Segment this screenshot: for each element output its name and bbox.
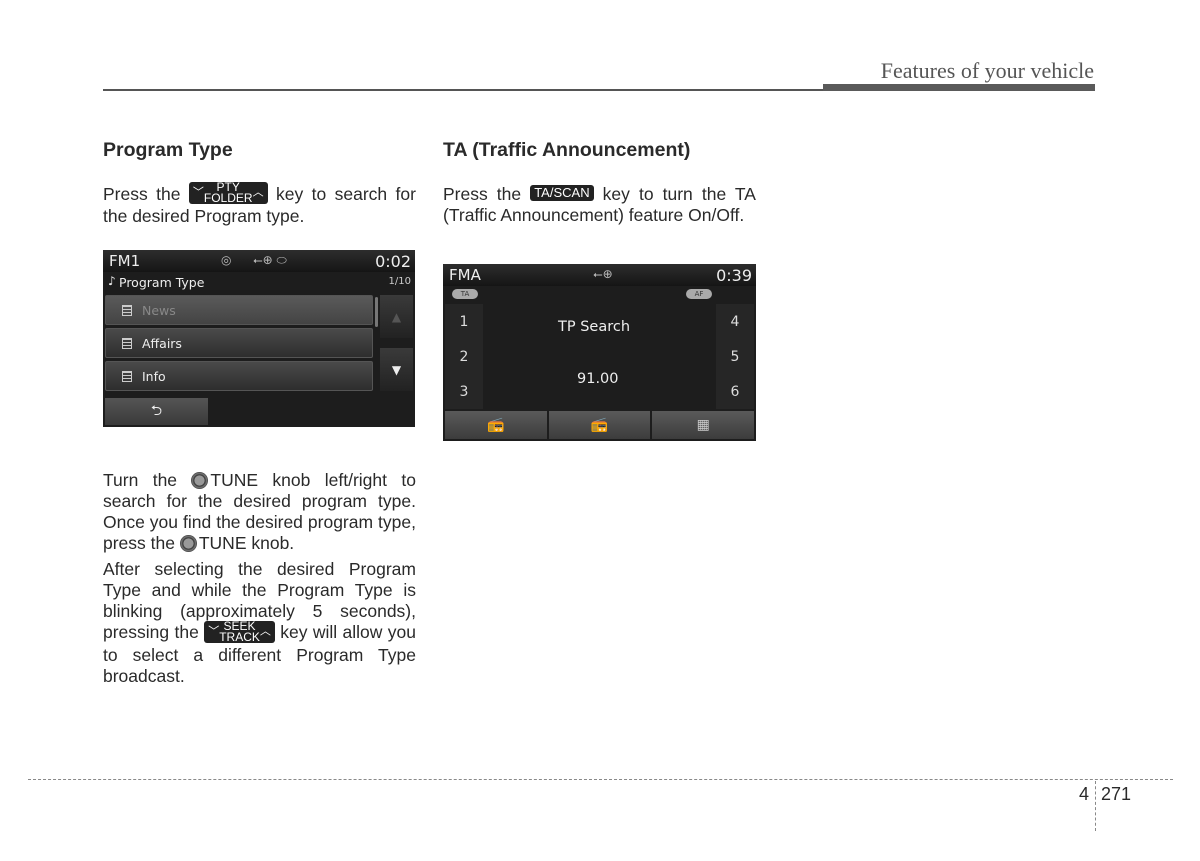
pty-folder-key: ﹀ PTY FOLDER︿: [188, 181, 268, 205]
program-type-list: News Affairs Info: [105, 295, 373, 394]
document-icon: [122, 304, 132, 316]
program-type-screen: FM1 ◎ ⭠⊕ ⬭ 0:02 ♪ Program Type 1/10 News…: [103, 250, 415, 427]
header-rule: [103, 89, 823, 91]
ta-intro: Press the TA/SCAN key to turn the TA (Tr…: [443, 184, 756, 225]
list-header: ♪ Program Type 1/10: [103, 272, 415, 294]
preset-6[interactable]: 6: [716, 374, 754, 409]
list-item-affairs[interactable]: Affairs: [105, 328, 373, 358]
radio-scan-button[interactable]: 📻: [548, 411, 651, 439]
tune-knob-icon: [179, 535, 197, 553]
frequency-display: 91.00: [577, 371, 619, 387]
clock: 0:39: [716, 266, 752, 285]
grid-icon: ▦: [696, 417, 710, 433]
program-type-heading: Program Type: [103, 139, 233, 161]
page-indicator: 1/10: [388, 276, 411, 287]
ta-scan-key: TA/SCAN: [530, 185, 594, 202]
list-item-info[interactable]: Info: [105, 361, 373, 391]
list-item-news[interactable]: News: [105, 295, 373, 325]
ta-heading: TA (Traffic Announcement): [443, 139, 691, 161]
scroll-up-button[interactable]: ▲: [380, 295, 413, 338]
music-note-icon: ♪: [108, 274, 116, 288]
footer-rule: [28, 779, 1173, 780]
list-title: Program Type: [119, 275, 205, 290]
clock: 0:02: [375, 252, 411, 271]
document-icon: [122, 337, 132, 349]
disc-icon: ◎: [221, 253, 232, 267]
preset-3[interactable]: 3: [445, 374, 483, 409]
back-button[interactable]: ⮌: [105, 398, 208, 425]
ta-indicator: TA: [452, 289, 478, 299]
scroll-down-button[interactable]: ▼: [380, 348, 413, 391]
menu-button[interactable]: ▦: [652, 411, 755, 439]
footer-divider: [1095, 781, 1096, 831]
radio-scan-icon: 📻: [590, 417, 609, 433]
seek-track-key: ﹀ SEEK TRACK︿: [204, 620, 275, 643]
radio-save-button[interactable]: 📻: [445, 411, 547, 439]
ta-screen: FMA ⭠⊕ 0:39 TA AF 1 2 3 4 5 6 TP Search …: [443, 264, 756, 441]
preset-1[interactable]: 1: [445, 304, 483, 339]
document-icon: [122, 370, 132, 382]
preset-4[interactable]: 4: [716, 304, 754, 339]
preset-5[interactable]: 5: [716, 339, 754, 374]
band-label: FMA: [449, 266, 481, 284]
usb-icon: ⭠⊕: [593, 267, 613, 281]
tp-search-status: TP Search: [558, 319, 631, 335]
section-title: Features of your vehicle: [880, 58, 1094, 83]
traffic-announcement-column: TA (Traffic Announcement) Press the TA/S…: [443, 140, 756, 226]
radio-save-icon: 📻: [487, 417, 505, 433]
bottom-toolbar: 📻 📻 ▦: [445, 411, 755, 439]
scrollbar[interactable]: [375, 297, 378, 327]
back-arrow-icon: ⮌: [150, 402, 163, 419]
tune-instructions: Turn the TUNE knob left/right to search …: [103, 470, 416, 554]
program-type-intro: Press the ﹀ PTY FOLDER︿ key to search for …: [103, 180, 416, 227]
usb-icon: ⭠⊕ ⬭: [253, 253, 287, 267]
af-indicator: AF: [686, 289, 712, 299]
tune-knob-icon: [191, 472, 209, 490]
header-bar: [823, 84, 1095, 91]
chapter-number: 4: [1079, 784, 1090, 804]
preset-2[interactable]: 2: [445, 339, 483, 374]
up-arrow-icon: ▲: [391, 309, 402, 324]
seek-instructions: After selecting the desired Program Type…: [103, 559, 416, 686]
page-number: 271: [1101, 784, 1132, 804]
status-bar: FMA ⭠⊕ 0:39: [443, 264, 756, 286]
down-arrow-icon: ▼: [391, 362, 402, 377]
status-bar: FM1 ◎ ⭠⊕ ⬭ 0:02: [103, 250, 415, 272]
band-label: FM1: [109, 252, 141, 270]
